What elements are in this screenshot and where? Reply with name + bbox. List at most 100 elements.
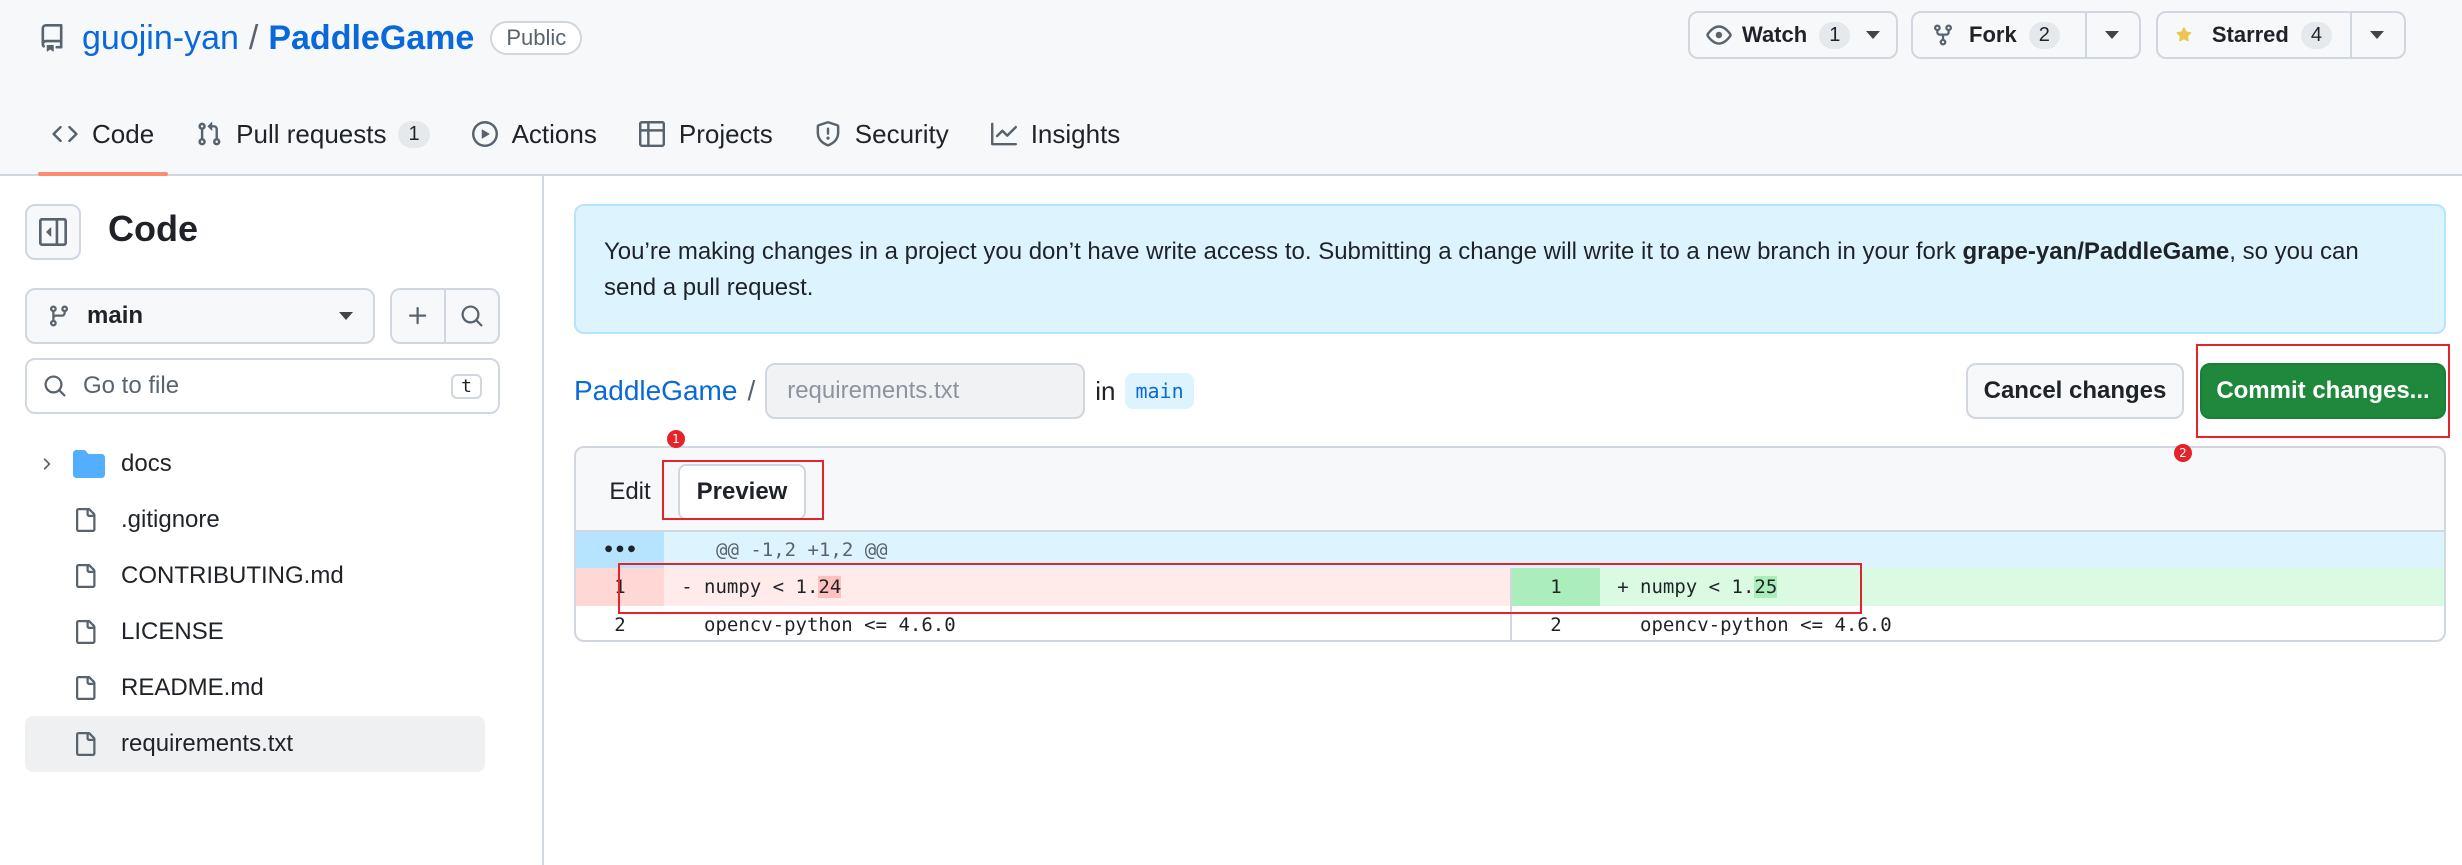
tree-item-label: requirements.txt xyxy=(121,730,294,757)
fork-dropdown-button[interactable] xyxy=(2085,13,2137,57)
tab-insights-label: Insights xyxy=(1030,118,1121,149)
tree-item-docs[interactable]: docs xyxy=(25,436,485,492)
annotation-marker-1: 1 xyxy=(667,430,685,448)
diff-code: opencv-python <= 4.6.0 xyxy=(704,614,956,636)
fork-button[interactable]: Fork 2 xyxy=(1913,13,2085,57)
expand-hunk-button[interactable]: ••• xyxy=(576,532,664,568)
file-tree-sidebar: Code main Go to file t docs .gitignore C… xyxy=(0,176,544,865)
search-code-button[interactable] xyxy=(444,290,498,342)
watch-label: Watch xyxy=(1742,22,1808,47)
tree-item-readme[interactable]: README.md xyxy=(25,660,485,716)
breadcrumb-separator: / xyxy=(747,375,756,406)
watch-count: 1 xyxy=(1819,21,1851,49)
sidebar-collapse-icon xyxy=(39,218,67,246)
graph-icon xyxy=(990,122,1017,146)
sidebar-title: Code xyxy=(108,208,198,249)
hunk-header-row: ••• @@ -1,2 +1,2 @@ xyxy=(576,532,2444,568)
eye-icon xyxy=(1706,25,1732,45)
line-number: 2 xyxy=(614,614,626,636)
file-icon xyxy=(73,562,113,590)
line-number: 1 xyxy=(1512,568,1600,606)
add-file-button[interactable] xyxy=(392,290,444,342)
commit-changes-button[interactable]: Commit changes... xyxy=(2200,363,2446,419)
branch-tag: main xyxy=(1125,373,1194,409)
repo-owner-link[interactable]: guojin-yan xyxy=(82,19,239,58)
diff-sign: - xyxy=(681,576,693,598)
chevron-down-icon xyxy=(339,312,353,320)
diff-context-line: 2 opencv-python <= 4.6.0 xyxy=(576,606,1510,640)
play-icon xyxy=(471,121,498,147)
file-tree: docs .gitignore CONTRIBUTING.md LICENSE … xyxy=(25,436,485,772)
chevron-down-icon xyxy=(1866,31,1881,39)
go-to-file-input[interactable]: Go to file t xyxy=(25,358,500,414)
diff-code: numpy < 1.24 xyxy=(704,576,842,598)
star-button-group: Starred 4 xyxy=(2156,11,2406,59)
tab-pull-requests-label: Pull requests xyxy=(236,118,387,149)
tab-actions-label: Actions xyxy=(511,118,597,149)
tree-item-contributing[interactable]: CONTRIBUTING.md xyxy=(25,548,485,604)
tab-security[interactable]: Security xyxy=(801,110,963,158)
edit-tab[interactable]: Edit xyxy=(590,464,670,520)
tab-projects-label: Projects xyxy=(678,118,773,149)
starred-button[interactable]: Starred 4 xyxy=(2158,13,2350,57)
tree-item-label: CONTRIBUTING.md xyxy=(121,562,344,589)
diff-context-line: 2 opencv-python <= 4.6.0 xyxy=(1510,606,2444,640)
star-dropdown-button[interactable] xyxy=(2350,13,2402,57)
tree-item-label: LICENSE xyxy=(121,618,224,645)
file-icon xyxy=(73,506,113,534)
file-editor: Edit Preview ••• @@ -1,2 +1,2 @@ 1 - num… xyxy=(574,446,2446,642)
tab-actions[interactable]: Actions xyxy=(458,110,611,158)
plus-icon xyxy=(409,307,427,325)
tab-projects[interactable]: Projects xyxy=(625,110,787,158)
branch-selector[interactable]: main xyxy=(25,288,375,344)
tree-item-gitignore[interactable]: .gitignore xyxy=(25,492,485,548)
preview-tab[interactable]: Preview xyxy=(678,464,806,520)
code-text: numpy < 1. xyxy=(1640,576,1755,598)
notice-text-before: You’re making changes in a project you d… xyxy=(604,238,1963,265)
code-changed-text: 24 xyxy=(818,576,842,598)
in-label: in xyxy=(1095,375,1116,406)
star-count: 4 xyxy=(2300,21,2332,49)
diff-view: ••• @@ -1,2 +1,2 @@ 1 - numpy < 1.24 1 +… xyxy=(576,532,2444,640)
star-filled-icon xyxy=(2176,27,2192,42)
file-path-row: PaddleGame / requirements.txt in main xyxy=(574,362,1194,420)
code-text: numpy < 1. xyxy=(704,576,819,598)
file-icon xyxy=(73,674,113,702)
tab-security-label: Security xyxy=(854,118,949,149)
fork-button-group: Fork 2 xyxy=(1911,11,2141,59)
diff-sign: + xyxy=(1617,576,1629,598)
tab-insights[interactable]: Insights xyxy=(977,110,1135,158)
repo-name-link[interactable]: PaddleGame xyxy=(268,19,474,58)
pull-requests-count: 1 xyxy=(398,120,430,148)
watch-button[interactable]: Watch 1 xyxy=(1688,11,1898,59)
notice-fork-name: grape-yan/PaddleGame xyxy=(1962,238,2230,265)
diff-added-line: 1 + numpy < 1.25 xyxy=(1510,568,2444,606)
tab-code-label: Code xyxy=(92,118,155,149)
hunk-header-text: @@ -1,2 +1,2 @@ xyxy=(716,539,888,561)
line-number: 2 xyxy=(1550,614,1562,636)
repo-header: guojin-yan / PaddleGame Public Watch 1 F… xyxy=(0,0,2462,176)
visibility-badge: Public xyxy=(490,21,583,55)
code-icon xyxy=(52,125,78,143)
repo-title: guojin-yan / PaddleGame Public xyxy=(38,14,583,62)
sidebar-actions xyxy=(390,288,500,344)
tab-code[interactable]: Code xyxy=(38,110,169,176)
collapse-sidebar-button[interactable] xyxy=(25,204,81,260)
cancel-changes-button[interactable]: Cancel changes xyxy=(1966,363,2184,419)
fork-notice-banner: You’re making changes in a project you d… xyxy=(574,204,2446,334)
fork-icon xyxy=(1934,24,1952,46)
diff-row: 1 - numpy < 1.24 1 + numpy < 1.25 xyxy=(576,568,2444,606)
starred-label: Starred xyxy=(2211,22,2289,47)
filename-input[interactable]: requirements.txt xyxy=(765,363,1086,419)
breadcrumb-repo-link[interactable]: PaddleGame xyxy=(574,375,737,407)
tree-item-license[interactable]: LICENSE xyxy=(25,604,485,660)
tab-pull-requests[interactable]: Pull requests 1 xyxy=(182,110,443,158)
repo-nav-tabs: Code Pull requests 1 Actions Projects Se… xyxy=(38,110,1148,176)
code-changed-text: 25 xyxy=(1754,576,1778,598)
search-icon xyxy=(461,305,483,327)
tree-item-requirements[interactable]: requirements.txt xyxy=(25,716,485,772)
repo-icon xyxy=(41,24,63,52)
editor-tabs: Edit Preview xyxy=(576,448,2444,532)
diff-row: 2 opencv-python <= 4.6.0 2 opencv-python… xyxy=(576,606,2444,640)
repo-separator: / xyxy=(248,18,259,57)
